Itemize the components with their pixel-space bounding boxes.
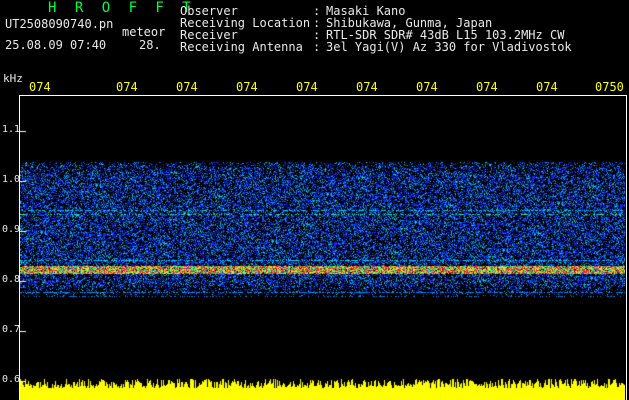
- freq-unit-label: kHz: [3, 72, 23, 85]
- time-tick-label: 074: [536, 80, 558, 94]
- time-tick-label: 0750: [595, 80, 624, 94]
- time-tick-label: 074: [236, 80, 258, 94]
- time-tick-label: 074: [416, 80, 438, 94]
- time-tick-label: 074: [476, 80, 498, 94]
- date-label: 25.08.09 07:40: [5, 38, 107, 52]
- filename-label: UT2508090740.pn: [5, 17, 114, 31]
- info-value-antenna: 3el Yagi(V) Az 330 for Vladivostok: [326, 40, 572, 54]
- brand-title: H R O F F T: [48, 0, 196, 16]
- freq-tick-label: 1.1: [2, 124, 21, 135]
- freq-tick-label: 0.6: [2, 374, 21, 385]
- time-tick-label: 074: [176, 80, 198, 94]
- freq-tick-label: 0.8: [2, 274, 21, 285]
- count-label: 28.: [139, 38, 161, 52]
- spectrogram-canvas: [20, 96, 625, 400]
- info-key-antenna: Receiving Antenna: [180, 40, 303, 54]
- time-tick-label: 074: [116, 80, 138, 94]
- freq-tick-label: 1.0: [2, 174, 21, 185]
- time-tick-label: 074: [296, 80, 318, 94]
- info-sep: :: [313, 40, 321, 54]
- meteor-label: meteor: [122, 25, 166, 39]
- freq-tick-label: 0.7: [2, 324, 21, 335]
- time-tick-label: 074: [29, 80, 51, 94]
- time-tick-label: 074: [356, 80, 378, 94]
- freq-tick-label: 0.9: [2, 224, 21, 235]
